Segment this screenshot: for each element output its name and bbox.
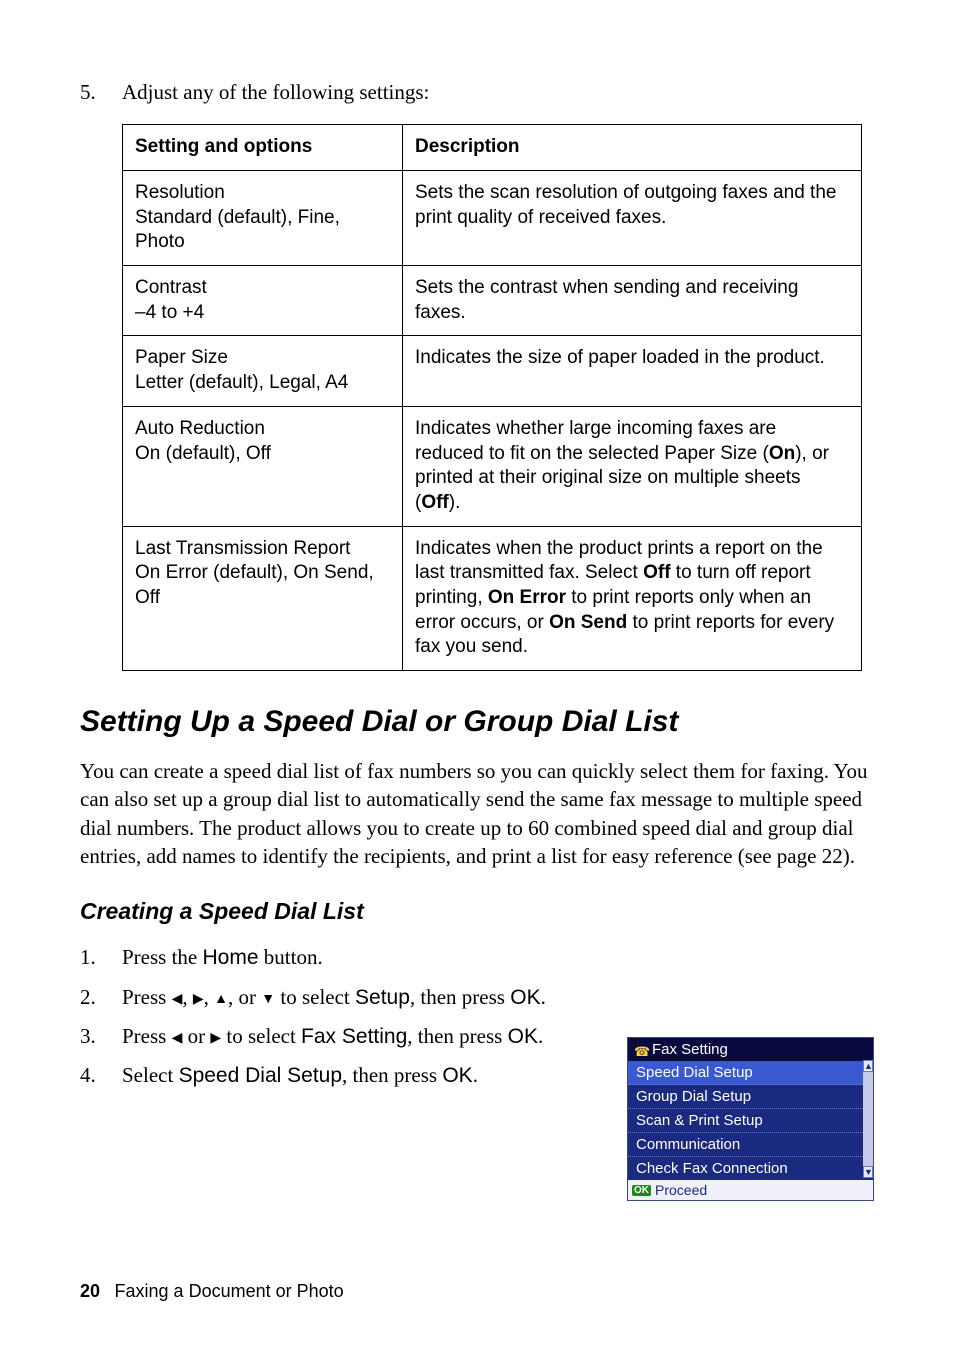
setting-name: Contrast [135,276,390,301]
step-number: 3. [80,1022,122,1051]
setting-options: On Error (default), On Send, Off [135,561,390,610]
step-number: 2. [80,983,122,1012]
table-header-row: Setting and options Description [123,125,862,171]
description-cell: Sets the scan resolution of outgoing fax… [403,171,862,266]
table-header-description: Description [403,125,862,171]
setting-options: Letter (default), Legal, A4 [135,371,390,396]
page: 5. Adjust any of the following settings:… [0,0,954,1352]
fax-icon [634,1043,646,1057]
description-cell: Sets the contrast when sending and recei… [403,266,862,336]
scrollbar-track[interactable] [863,1060,873,1178]
section-heading: Setting Up a Speed Dial or Group Dial Li… [80,705,874,739]
step-text: Adjust any of the following settings: [122,78,874,106]
setting-cell: Auto ReductionOn (default), Off [123,406,403,526]
settings-table: Setting and options Description Resoluti… [122,124,862,671]
step-number: 1. [80,943,122,972]
step-5: 5. Adjust any of the following settings: [80,78,874,106]
setting-options: –4 to +4 [135,301,390,326]
setting-cell: Last Transmission ReportOn Error (defaul… [123,526,403,670]
list-item: 1.Press the Home button. [80,943,874,972]
setting-name: Auto Reduction [135,417,390,442]
device-menu-item[interactable]: Communication [628,1133,873,1157]
table-row: Contrast–4 to +4Sets the contrast when s… [123,266,862,336]
setting-name: Resolution [135,181,390,206]
setting-options: Standard (default), Fine, Photo [135,206,390,255]
list-item: 2.Press ◀, ▶, ▲, or ▼ to select Setup, t… [80,983,874,1012]
device-menu-item[interactable]: Speed Dial Setup [628,1061,873,1085]
step-text: Select Speed Dial Setup, then press OK. [122,1061,622,1090]
device-title: Fax Setting [652,1041,728,1058]
description-cell: Indicates whether large incoming faxes a… [403,406,862,526]
step-text: Press ◀ or ▶ to select Fax Setting, then… [122,1022,622,1051]
step-number: 4. [80,1061,122,1090]
setting-name: Paper Size [135,346,390,371]
step-number: 5. [80,78,122,106]
setting-name: Last Transmission Report [135,537,390,562]
page-number: 20 [80,1281,100,1301]
chapter-name: Faxing a Document or Photo [115,1281,344,1301]
device-footer: OK Proceed [628,1180,873,1200]
setting-cell: Paper SizeLetter (default), Legal, A4 [123,336,403,406]
device-menu-item[interactable]: Check Fax Connection [628,1157,873,1180]
device-menu-item[interactable]: Group Dial Setup [628,1085,873,1109]
description-cell: Indicates the size of paper loaded in th… [403,336,862,406]
table-row: Auto ReductionOn (default), OffIndicates… [123,406,862,526]
device-menu-item[interactable]: Scan & Print Setup [628,1109,873,1133]
page-footer: 20 Faxing a Document or Photo [80,1281,344,1302]
table-header-setting: Setting and options [123,125,403,171]
device-menu: Speed Dial SetupGroup Dial SetupScan & P… [628,1061,873,1180]
subsection-heading: Creating a Speed Dial List [80,898,874,925]
scroll-up-icon[interactable]: ▲ [863,1060,873,1072]
setting-options: On (default), Off [135,442,390,467]
ok-badge: OK [632,1185,651,1196]
scroll-down-icon[interactable]: ▼ [863,1166,873,1178]
table-row: ResolutionStandard (default), Fine, Phot… [123,171,862,266]
device-titlebar: Fax Setting [628,1038,873,1061]
intro-step-list: 5. Adjust any of the following settings: [80,78,874,106]
step-text: Press ◀, ▶, ▲, or ▼ to select Setup, the… [122,983,622,1012]
device-screenshot: Fax Setting Speed Dial SetupGroup Dial S… [627,1037,874,1201]
setting-cell: ResolutionStandard (default), Fine, Phot… [123,171,403,266]
table-row: Last Transmission ReportOn Error (defaul… [123,526,862,670]
section-paragraph: You can create a speed dial list of fax … [80,757,874,870]
device-footer-text: Proceed [655,1182,707,1198]
table-row: Paper SizeLetter (default), Legal, A4Ind… [123,336,862,406]
description-cell: Indicates when the product prints a repo… [403,526,862,670]
setting-cell: Contrast–4 to +4 [123,266,403,336]
step-text: Press the Home button. [122,943,622,972]
